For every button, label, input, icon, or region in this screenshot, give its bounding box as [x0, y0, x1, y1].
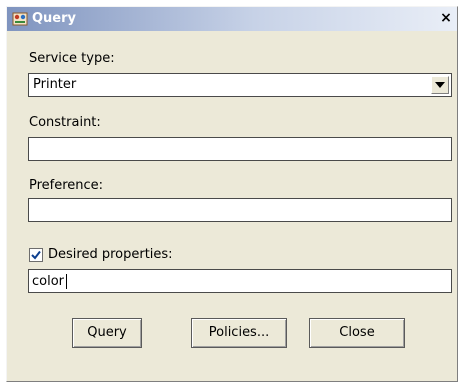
check-icon — [31, 250, 41, 260]
close-button[interactable]: Close — [309, 318, 405, 348]
preference-label: Preference: — [29, 178, 104, 193]
service-type-select[interactable]: Printer — [28, 73, 452, 97]
service-type-label: Service type: — [29, 51, 115, 66]
service-type-value: Printer — [33, 77, 77, 92]
title-bar[interactable]: Query × — [7, 7, 457, 31]
app-icon — [12, 11, 28, 27]
desired-properties-input[interactable] — [30, 271, 448, 291]
query-dialog: Query × Service type: Printer Constraint… — [6, 6, 458, 382]
chevron-down-icon — [435, 82, 445, 88]
text-caret — [66, 274, 67, 289]
window-title: Query — [32, 11, 77, 26]
desired-properties-field[interactable] — [28, 269, 452, 293]
constraint-label: Constraint: — [29, 115, 101, 130]
preference-input[interactable] — [30, 200, 448, 220]
dropdown-button[interactable] — [431, 76, 449, 94]
desired-properties-label: Desired properties: — [48, 247, 173, 262]
close-icon[interactable]: × — [438, 10, 454, 27]
desired-properties-checkbox[interactable] — [29, 248, 43, 262]
preference-field[interactable] — [28, 198, 452, 222]
query-button[interactable]: Query — [72, 318, 142, 348]
policies-button[interactable]: Policies... — [191, 318, 287, 348]
constraint-input[interactable] — [30, 139, 448, 159]
constraint-field[interactable] — [28, 137, 452, 161]
